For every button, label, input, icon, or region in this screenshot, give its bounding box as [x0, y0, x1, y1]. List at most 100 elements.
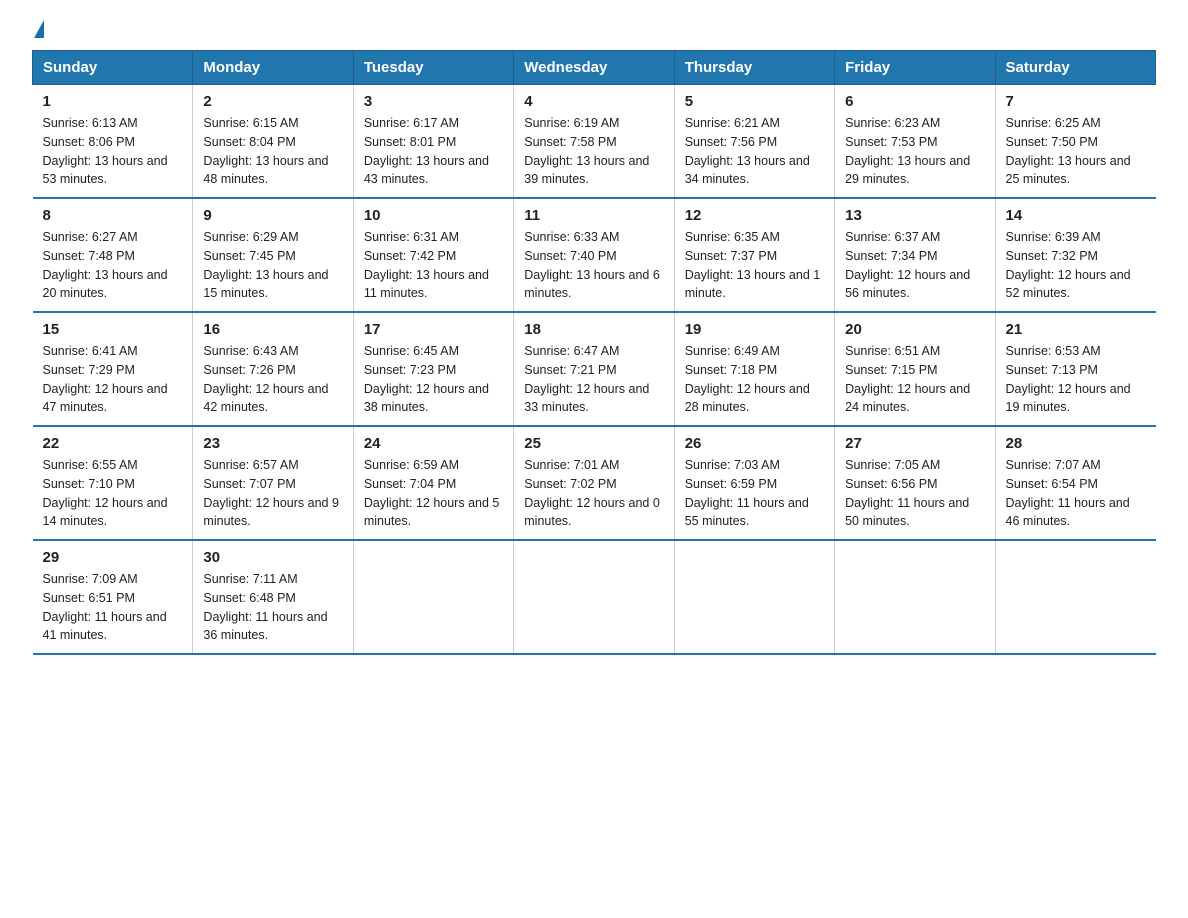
calendar-cell: 1 Sunrise: 6:13 AMSunset: 8:06 PMDayligh…	[33, 85, 193, 199]
calendar-cell: 3 Sunrise: 6:17 AMSunset: 8:01 PMDayligh…	[353, 85, 513, 199]
day-number: 15	[43, 321, 183, 338]
day-number: 2	[203, 93, 342, 110]
day-number: 30	[203, 549, 342, 566]
calendar-cell: 12 Sunrise: 6:35 AMSunset: 7:37 PMDaylig…	[674, 198, 834, 312]
weekday-header-friday: Friday	[835, 51, 995, 85]
weekday-header-thursday: Thursday	[674, 51, 834, 85]
weekday-header-saturday: Saturday	[995, 51, 1155, 85]
day-number: 9	[203, 207, 342, 224]
calendar-cell: 14 Sunrise: 6:39 AMSunset: 7:32 PMDaylig…	[995, 198, 1155, 312]
calendar-cell	[514, 540, 674, 654]
day-info: Sunrise: 6:15 AMSunset: 8:04 PMDaylight:…	[203, 116, 328, 186]
day-number: 5	[685, 93, 824, 110]
calendar-cell: 4 Sunrise: 6:19 AMSunset: 7:58 PMDayligh…	[514, 85, 674, 199]
day-number: 29	[43, 549, 183, 566]
day-number: 3	[364, 93, 503, 110]
day-number: 12	[685, 207, 824, 224]
calendar-cell: 16 Sunrise: 6:43 AMSunset: 7:26 PMDaylig…	[193, 312, 353, 426]
calendar-cell	[353, 540, 513, 654]
calendar-cell: 22 Sunrise: 6:55 AMSunset: 7:10 PMDaylig…	[33, 426, 193, 540]
logo	[32, 24, 44, 42]
day-info: Sunrise: 7:01 AMSunset: 7:02 PMDaylight:…	[524, 458, 660, 528]
day-number: 6	[845, 93, 984, 110]
day-info: Sunrise: 6:47 AMSunset: 7:21 PMDaylight:…	[524, 344, 649, 414]
calendar-table: SundayMondayTuesdayWednesdayThursdayFrid…	[32, 50, 1156, 655]
day-info: Sunrise: 6:23 AMSunset: 7:53 PMDaylight:…	[845, 116, 970, 186]
day-info: Sunrise: 6:21 AMSunset: 7:56 PMDaylight:…	[685, 116, 810, 186]
calendar-cell	[995, 540, 1155, 654]
day-number: 16	[203, 321, 342, 338]
day-info: Sunrise: 6:19 AMSunset: 7:58 PMDaylight:…	[524, 116, 649, 186]
day-number: 4	[524, 93, 663, 110]
calendar-week-row: 15 Sunrise: 6:41 AMSunset: 7:29 PMDaylig…	[33, 312, 1156, 426]
day-number: 1	[43, 93, 183, 110]
page-header	[32, 24, 1156, 42]
weekday-header-tuesday: Tuesday	[353, 51, 513, 85]
day-number: 24	[364, 435, 503, 452]
day-number: 28	[1006, 435, 1146, 452]
calendar-cell: 2 Sunrise: 6:15 AMSunset: 8:04 PMDayligh…	[193, 85, 353, 199]
weekday-header-row: SundayMondayTuesdayWednesdayThursdayFrid…	[33, 51, 1156, 85]
calendar-cell: 27 Sunrise: 7:05 AMSunset: 6:56 PMDaylig…	[835, 426, 995, 540]
day-info: Sunrise: 6:53 AMSunset: 7:13 PMDaylight:…	[1006, 344, 1131, 414]
calendar-cell: 17 Sunrise: 6:45 AMSunset: 7:23 PMDaylig…	[353, 312, 513, 426]
calendar-week-row: 22 Sunrise: 6:55 AMSunset: 7:10 PMDaylig…	[33, 426, 1156, 540]
day-number: 10	[364, 207, 503, 224]
day-number: 25	[524, 435, 663, 452]
calendar-cell: 23 Sunrise: 6:57 AMSunset: 7:07 PMDaylig…	[193, 426, 353, 540]
day-info: Sunrise: 6:57 AMSunset: 7:07 PMDaylight:…	[203, 458, 339, 528]
calendar-cell: 18 Sunrise: 6:47 AMSunset: 7:21 PMDaylig…	[514, 312, 674, 426]
day-info: Sunrise: 6:37 AMSunset: 7:34 PMDaylight:…	[845, 230, 970, 300]
day-number: 18	[524, 321, 663, 338]
day-info: Sunrise: 6:25 AMSunset: 7:50 PMDaylight:…	[1006, 116, 1131, 186]
day-number: 22	[43, 435, 183, 452]
calendar-cell: 30 Sunrise: 7:11 AMSunset: 6:48 PMDaylig…	[193, 540, 353, 654]
calendar-cell: 26 Sunrise: 7:03 AMSunset: 6:59 PMDaylig…	[674, 426, 834, 540]
calendar-cell: 9 Sunrise: 6:29 AMSunset: 7:45 PMDayligh…	[193, 198, 353, 312]
day-number: 26	[685, 435, 824, 452]
calendar-cell: 20 Sunrise: 6:51 AMSunset: 7:15 PMDaylig…	[835, 312, 995, 426]
day-number: 20	[845, 321, 984, 338]
calendar-cell	[835, 540, 995, 654]
day-number: 8	[43, 207, 183, 224]
day-number: 23	[203, 435, 342, 452]
day-number: 11	[524, 207, 663, 224]
calendar-cell: 21 Sunrise: 6:53 AMSunset: 7:13 PMDaylig…	[995, 312, 1155, 426]
day-info: Sunrise: 6:49 AMSunset: 7:18 PMDaylight:…	[685, 344, 810, 414]
day-info: Sunrise: 6:59 AMSunset: 7:04 PMDaylight:…	[364, 458, 500, 528]
calendar-cell: 25 Sunrise: 7:01 AMSunset: 7:02 PMDaylig…	[514, 426, 674, 540]
calendar-week-row: 29 Sunrise: 7:09 AMSunset: 6:51 PMDaylig…	[33, 540, 1156, 654]
day-info: Sunrise: 7:11 AMSunset: 6:48 PMDaylight:…	[203, 572, 327, 642]
calendar-cell: 28 Sunrise: 7:07 AMSunset: 6:54 PMDaylig…	[995, 426, 1155, 540]
calendar-cell: 11 Sunrise: 6:33 AMSunset: 7:40 PMDaylig…	[514, 198, 674, 312]
calendar-cell: 5 Sunrise: 6:21 AMSunset: 7:56 PMDayligh…	[674, 85, 834, 199]
calendar-cell: 7 Sunrise: 6:25 AMSunset: 7:50 PMDayligh…	[995, 85, 1155, 199]
day-number: 19	[685, 321, 824, 338]
day-info: Sunrise: 7:05 AMSunset: 6:56 PMDaylight:…	[845, 458, 969, 528]
weekday-header-monday: Monday	[193, 51, 353, 85]
calendar-cell: 6 Sunrise: 6:23 AMSunset: 7:53 PMDayligh…	[835, 85, 995, 199]
calendar-cell: 13 Sunrise: 6:37 AMSunset: 7:34 PMDaylig…	[835, 198, 995, 312]
calendar-cell	[674, 540, 834, 654]
calendar-cell: 29 Sunrise: 7:09 AMSunset: 6:51 PMDaylig…	[33, 540, 193, 654]
day-info: Sunrise: 6:41 AMSunset: 7:29 PMDaylight:…	[43, 344, 168, 414]
calendar-week-row: 8 Sunrise: 6:27 AMSunset: 7:48 PMDayligh…	[33, 198, 1156, 312]
weekday-header-sunday: Sunday	[33, 51, 193, 85]
calendar-week-row: 1 Sunrise: 6:13 AMSunset: 8:06 PMDayligh…	[33, 85, 1156, 199]
day-info: Sunrise: 6:55 AMSunset: 7:10 PMDaylight:…	[43, 458, 168, 528]
day-info: Sunrise: 6:51 AMSunset: 7:15 PMDaylight:…	[845, 344, 970, 414]
day-number: 7	[1006, 93, 1146, 110]
day-info: Sunrise: 7:03 AMSunset: 6:59 PMDaylight:…	[685, 458, 809, 528]
calendar-cell: 15 Sunrise: 6:41 AMSunset: 7:29 PMDaylig…	[33, 312, 193, 426]
day-info: Sunrise: 6:13 AMSunset: 8:06 PMDaylight:…	[43, 116, 168, 186]
logo-triangle-icon	[34, 20, 44, 38]
day-info: Sunrise: 7:09 AMSunset: 6:51 PMDaylight:…	[43, 572, 167, 642]
day-info: Sunrise: 6:31 AMSunset: 7:42 PMDaylight:…	[364, 230, 489, 300]
day-info: Sunrise: 6:33 AMSunset: 7:40 PMDaylight:…	[524, 230, 660, 300]
calendar-cell: 24 Sunrise: 6:59 AMSunset: 7:04 PMDaylig…	[353, 426, 513, 540]
day-number: 14	[1006, 207, 1146, 224]
day-info: Sunrise: 6:35 AMSunset: 7:37 PMDaylight:…	[685, 230, 821, 300]
day-info: Sunrise: 6:43 AMSunset: 7:26 PMDaylight:…	[203, 344, 328, 414]
calendar-cell: 19 Sunrise: 6:49 AMSunset: 7:18 PMDaylig…	[674, 312, 834, 426]
day-info: Sunrise: 6:17 AMSunset: 8:01 PMDaylight:…	[364, 116, 489, 186]
